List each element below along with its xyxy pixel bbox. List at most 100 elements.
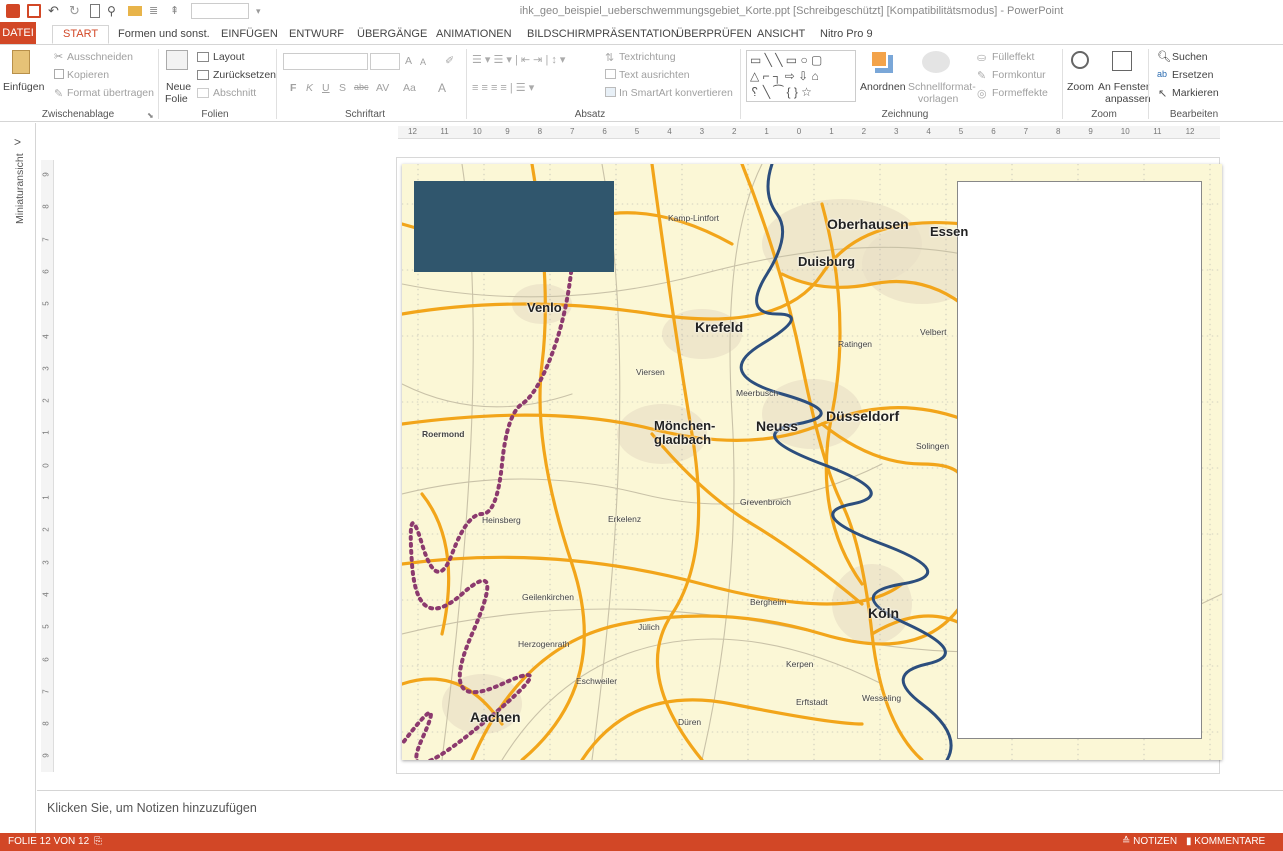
zoom-icon[interactable] <box>1071 51 1089 69</box>
underline-button[interactable]: U <box>322 82 330 94</box>
tab-nitro[interactable]: Nitro Pro 9 <box>820 25 873 44</box>
town-label: Erftstadt <box>796 697 828 707</box>
ribbon-tabs: DATEI START Formen und sonst. EINFÜGEN E… <box>0 22 1283 44</box>
thumbnail-pane[interactable]: > <box>0 123 36 833</box>
font-name-box[interactable] <box>283 53 368 70</box>
thumbnail-pane-label: Miniaturansicht <box>14 153 26 224</box>
city-label: Aachen <box>470 709 521 725</box>
find-button[interactable]: Suchen <box>1172 51 1208 63</box>
bold-button[interactable]: F <box>290 82 296 94</box>
change-case-button[interactable]: Aa <box>403 82 416 94</box>
align-icons[interactable]: ≡ ≡ ≡ ≡ | ☰ ▾ <box>472 81 534 94</box>
group-label-drawing: Zeichnung <box>881 109 929 120</box>
select-button[interactable]: Markieren <box>1172 87 1219 99</box>
town-label: Bergheim <box>750 597 787 607</box>
ruler-tick-label: 0 <box>796 127 802 136</box>
city-label: Venlo <box>527 300 562 315</box>
copy-button[interactable]: Kopieren <box>67 69 109 81</box>
tab-datei[interactable]: DATEI <box>0 22 36 44</box>
replace-button[interactable]: Ersetzen <box>1172 69 1213 81</box>
ruler-tick-label: 12 <box>1185 127 1195 136</box>
town-label: Jülich <box>638 622 660 632</box>
ruler-tick-label: 9 <box>41 753 51 759</box>
dialog-launcher-icon[interactable]: ⬊ <box>147 111 154 120</box>
align-text-button[interactable]: Text ausrichten <box>619 69 690 81</box>
clear-format-icon[interactable]: ✐ <box>445 54 454 67</box>
notes-placeholder[interactable]: Klicken Sie, um Notizen hinzuzufügen <box>47 801 257 815</box>
shapes-gallery[interactable]: ▭ ╲ ╲ ▭ ○ ▢ △ ⌐ ┐ ⇨ ⇩ ⌂ ␦ ╲ ⁀ { } ☆ <box>746 50 856 102</box>
fit-window-label-1[interactable]: An Fenster <box>1098 81 1149 93</box>
tab-ueberpruefen[interactable]: ÜBERPRÜFEN <box>676 25 752 44</box>
slide-canvas[interactable]: Oberhausen Essen Duisburg Venlo Krefeld … <box>402 164 1222 760</box>
notes-toggle-button[interactable]: ≙ NOTIZEN <box>1122 836 1177 847</box>
town-label: Viersen <box>636 367 665 377</box>
spellcheck-icon[interactable]: ⎘ <box>94 836 102 847</box>
reset-button[interactable]: Zurücksetzen <box>213 69 276 81</box>
vertical-ruler: 9 8 7 6 5 4 3 2 1 0 1 2 3 4 5 6 7 8 9 <box>41 160 54 772</box>
layout-button[interactable]: Layout <box>213 51 245 63</box>
grow-font-button[interactable]: A <box>405 55 412 67</box>
shrink-font-button[interactable]: A <box>420 57 426 67</box>
arrange-button[interactable]: Anordnen <box>860 81 906 93</box>
group-label-clipboard: Zwischenablage <box>41 109 115 120</box>
strike-button[interactable]: abc <box>354 82 369 92</box>
expand-pane-button[interactable]: > <box>14 135 21 149</box>
comments-toggle-button[interactable]: ▮ KOMMENTARE <box>1186 836 1265 847</box>
tab-start[interactable]: START <box>52 25 110 44</box>
town-label: Kamp-Lintfort <box>668 213 720 223</box>
tab-animationen[interactable]: ANIMATIONEN <box>436 25 512 44</box>
ruler-tick-label: 7 <box>41 236 51 242</box>
italic-button[interactable]: K <box>306 82 313 94</box>
status-bar: FOLIE 12 VON 12 ⎘ ≙ NOTIZEN ▮ KOMMENTARE <box>0 833 1283 851</box>
ruler-tick-label: 10 <box>1120 127 1130 136</box>
fit-window-icon[interactable] <box>1112 51 1132 71</box>
arrange-icon[interactable] <box>870 50 888 68</box>
quick-styles-label-2[interactable]: vorlagen <box>918 93 958 105</box>
font-size-box[interactable] <box>370 53 400 70</box>
smartart-icon <box>605 87 616 97</box>
city-label: Köln <box>868 605 900 621</box>
section-icon <box>197 88 209 98</box>
quick-styles-label-1[interactable]: Schnellformat- <box>908 81 976 93</box>
tab-formen[interactable]: Formen und sonst. <box>118 25 210 44</box>
new-slide-label-2[interactable]: Folie <box>165 93 188 105</box>
copy-icon <box>54 69 64 79</box>
fit-window-label-2[interactable]: anpassen <box>1105 93 1151 105</box>
paste-button[interactable]: Einfügen <box>3 81 44 93</box>
tab-entwurf[interactable]: ENTWURF <box>289 25 344 44</box>
legend-placeholder[interactable] <box>957 181 1202 739</box>
ruler-tick-label: 1 <box>41 495 51 500</box>
shape-fill-button[interactable]: Fülleffekt <box>992 51 1034 63</box>
town-label: Roermond <box>422 429 465 439</box>
paste-icon[interactable] <box>12 50 30 74</box>
shape-effects-button[interactable]: Formeffekte <box>992 87 1048 99</box>
font-color-button[interactable]: A <box>438 81 446 95</box>
new-slide-icon[interactable] <box>166 50 188 70</box>
town-label: Geilenkirchen <box>522 592 574 602</box>
shape-outline-button[interactable]: Formkontur <box>992 69 1046 81</box>
shadow-button[interactable]: S <box>339 82 346 94</box>
bullets-icon[interactable]: ☰ ▾ ☰ ▾ | ⇤ ⇥ | ↕ ▾ <box>472 53 565 66</box>
text-direction-button[interactable]: Textrichtung <box>619 51 676 63</box>
document-title: ihk_geo_beispiel_ueberschwemmungsgebiet_… <box>519 5 1064 17</box>
cut-button[interactable]: Ausschneiden <box>67 51 133 63</box>
city-label: Düsseldorf <box>826 408 900 424</box>
tab-einfuegen[interactable]: EINFÜGEN <box>221 25 278 44</box>
quick-styles-icon[interactable] <box>922 51 950 73</box>
tab-uebergaenge[interactable]: ÜBERGÄNGE <box>357 25 427 44</box>
tab-ansicht[interactable]: ANSICHT <box>757 25 805 44</box>
format-painter-button[interactable]: Format übertragen <box>67 87 154 99</box>
group-label-paragraph: Absatz <box>574 109 606 120</box>
notes-pane[interactable]: Klicken Sie, um Notizen hinzuzufügen <box>37 790 1283 831</box>
title-placeholder[interactable] <box>414 181 614 272</box>
find-icon: 🔍︎ <box>1157 51 1171 63</box>
zoom-button[interactable]: Zoom <box>1067 81 1094 93</box>
new-slide-label-1[interactable]: Neue <box>166 81 191 93</box>
town-label: Kerpen <box>786 659 814 669</box>
char-spacing-button[interactable]: AV <box>376 82 389 94</box>
smartart-button[interactable]: In SmartArt konvertieren <box>619 87 733 99</box>
town-label: Grevenbroich <box>740 497 792 507</box>
section-button[interactable]: Abschnitt <box>213 87 256 99</box>
ruler-tick-label: 5 <box>958 127 964 136</box>
tab-bildschirmpraesentation[interactable]: BILDSCHIRMPRÄSENTATION <box>527 25 679 44</box>
